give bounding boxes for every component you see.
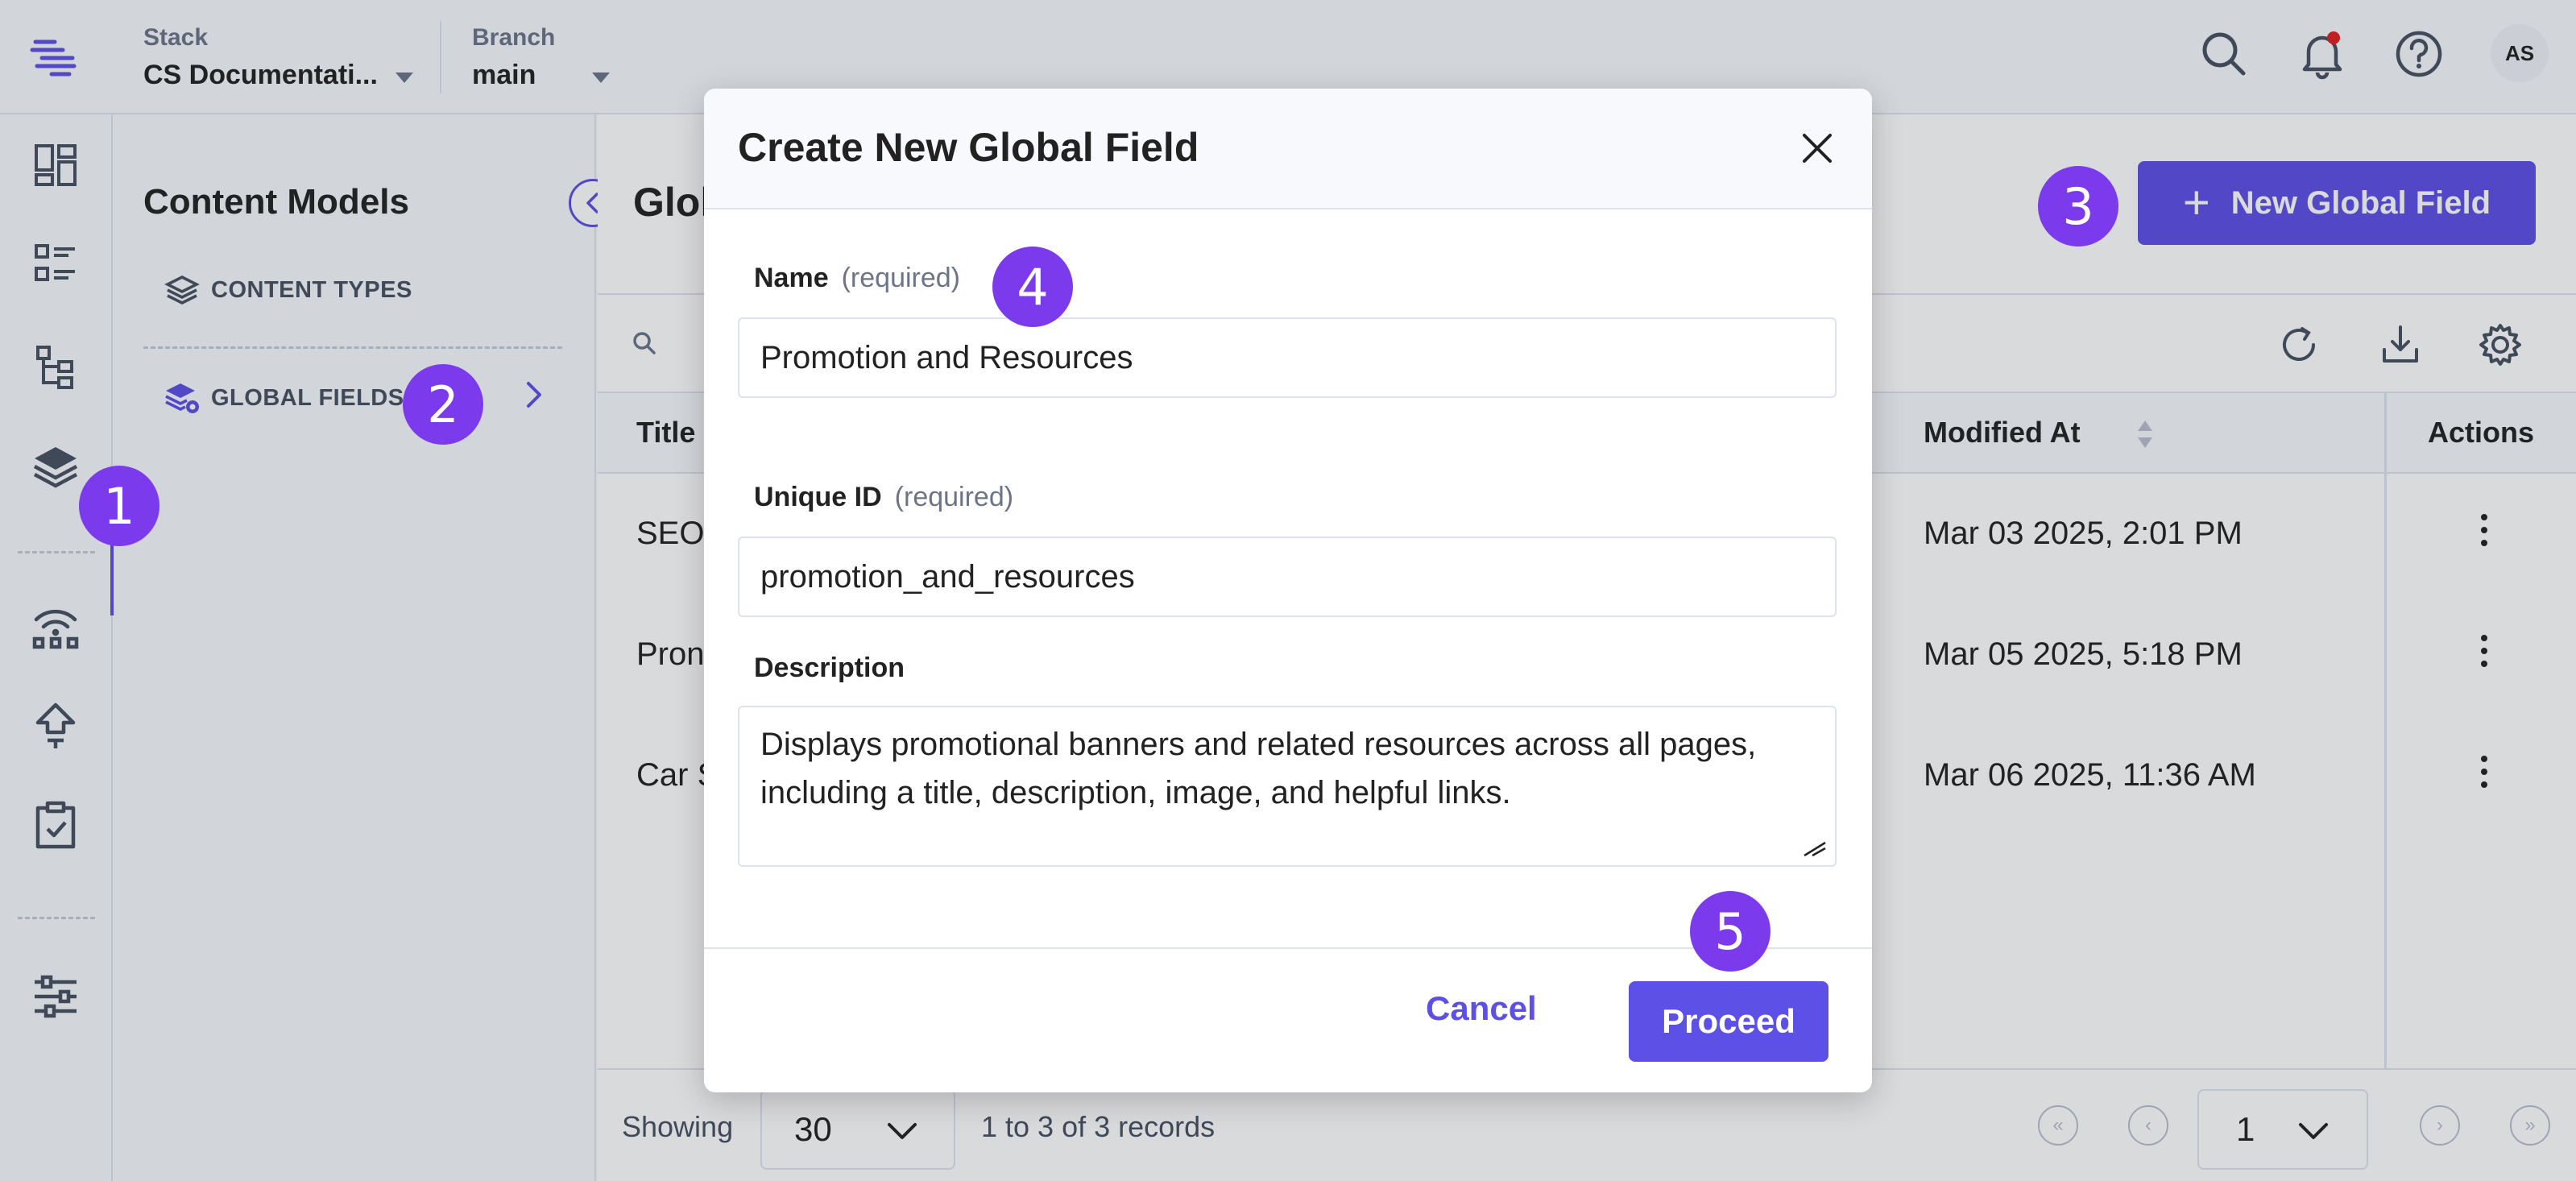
step-badge-1: 1 [79,466,159,546]
required-hint: (required) [894,482,1014,512]
description-text: Displays promotional banners and related… [760,727,1757,810]
unique-id-label: Unique ID (required) [754,482,1013,513]
step-badge-4: 4 [992,247,1073,327]
description-textarea[interactable]: Displays promotional banners and related… [738,706,1837,867]
unique-id-label-text: Unique ID [754,482,882,512]
cancel-button[interactable]: Cancel [1426,989,1537,1028]
proceed-button[interactable]: Proceed [1629,981,1828,1062]
step-badge-5: 5 [1690,891,1770,972]
step-badge-3: 3 [2038,166,2118,247]
name-label: Name (required) [754,263,960,294]
step-badge-2: 2 [403,364,483,445]
name-label-text: Name [754,263,829,293]
required-hint: (required) [841,263,960,293]
unique-id-input[interactable]: promotion_and_resources [738,537,1837,617]
modal-footer: Cancel Proceed [704,947,1872,1092]
close-icon[interactable] [1795,126,1840,171]
resize-handle-icon[interactable] [1801,838,1828,859]
modal-title: Create New Global Field [738,125,1199,170]
modal-header: Create New Global Field [704,89,1872,209]
name-input[interactable]: Promotion and Resources [738,317,1837,398]
description-label: Description [754,653,905,683]
